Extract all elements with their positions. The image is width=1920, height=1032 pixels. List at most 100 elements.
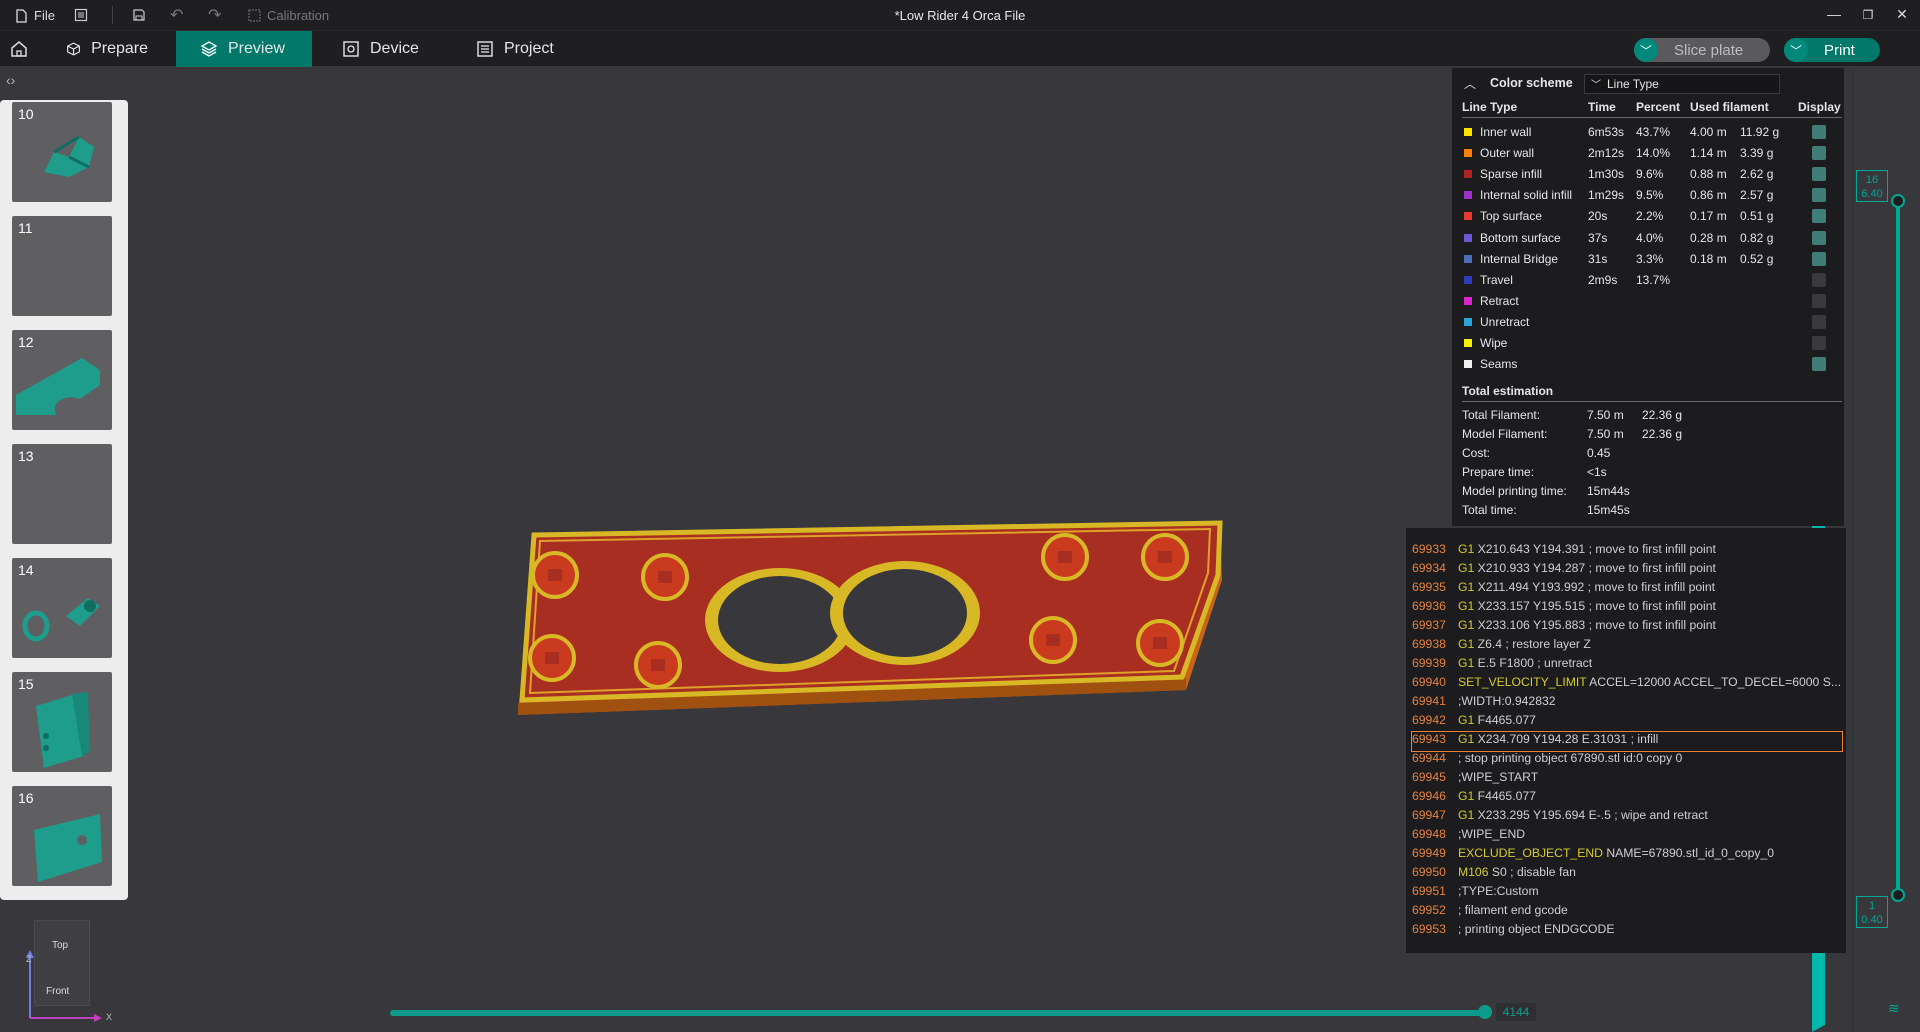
legend-header: Line Type Time Percent Used filament Dis…: [1462, 100, 1842, 118]
tab-prepare[interactable]: Prepare: [42, 31, 172, 67]
tab-preview[interactable]: Preview: [176, 31, 312, 67]
display-checkbox[interactable]: [1812, 251, 1826, 266]
plate-thumbnail[interactable]: 12: [12, 330, 112, 430]
gcode-line-number: 69953: [1412, 922, 1446, 936]
undo-icon[interactable]: ↶: [170, 5, 183, 25]
print-button[interactable]: ﹀ Print: [1784, 38, 1880, 62]
display-checkbox[interactable]: [1812, 125, 1826, 139]
display-checkbox[interactable]: [1812, 293, 1826, 308]
gcode-line[interactable]: 69948 ;WIPE_END: [1412, 827, 1525, 846]
line-type-grams: 11.92 g: [1740, 125, 1780, 139]
display-checkbox[interactable]: [1812, 357, 1826, 372]
gcode-arguments: ;WIPE_START: [1458, 770, 1539, 784]
display-checkbox[interactable]: [1812, 146, 1826, 161]
line-type-name: Sparse infill: [1480, 167, 1543, 182]
gcode-line-number: 69946: [1412, 789, 1446, 803]
gcode-command: G1: [1458, 808, 1475, 822]
total-value: 7.50 m: [1587, 408, 1624, 422]
line-type-percent: 2.2%: [1636, 209, 1664, 224]
display-checkbox[interactable]: [1812, 314, 1826, 329]
gcode-arguments: ; filament end gcode: [1458, 903, 1568, 917]
file-menu[interactable]: File: [14, 8, 55, 23]
minimize-icon[interactable]: —: [1824, 6, 1844, 22]
plate-thumbnail[interactable]: 13: [12, 444, 112, 544]
line-type-meters: 0.18 m: [1690, 251, 1727, 266]
gcode-command: M106: [1458, 865, 1489, 879]
layer-slider-track[interactable]: [1896, 200, 1900, 898]
move-slider-track[interactable]: [390, 1010, 1486, 1016]
chevron-down-icon[interactable]: ﹀: [1634, 38, 1658, 62]
gcode-arguments: X210.643 Y194.391 ; move to first infill…: [1474, 542, 1716, 556]
legend-row: Bottom surface 37s 4.0% 0.28 m 0.82 g: [1462, 229, 1842, 247]
line-type-name: Bottom surface: [1480, 230, 1561, 245]
plate-thumbnail[interactable]: 14: [12, 558, 112, 658]
plate-thumbnail[interactable]: 15: [12, 672, 112, 772]
close-icon[interactable]: ✕: [1892, 6, 1912, 23]
line-type-meters: 0.17 m: [1690, 209, 1727, 224]
gcode-line[interactable]: 69952 ; filament end gcode: [1412, 903, 1568, 922]
gcode-line[interactable]: 69941 ;WIDTH:0.942832: [1412, 694, 1556, 713]
display-checkbox[interactable]: [1812, 230, 1826, 245]
home-icon[interactable]: [10, 40, 28, 58]
color-scheme-select[interactable]: ﹀ Line Type: [1584, 74, 1780, 94]
col-percent: Percent: [1636, 100, 1681, 114]
gcode-line[interactable]: 69940 SET_VELOCITY_LIMIT ACCEL=12000 ACCE…: [1412, 675, 1841, 694]
gcode-line[interactable]: 69934 G1 X210.933 Y194.287 ; move to firs…: [1412, 561, 1716, 580]
display-checkbox[interactable]: [1812, 167, 1826, 182]
restore-icon[interactable]: ❐: [1858, 8, 1878, 22]
plate-thumbnail[interactable]: 16: [12, 786, 112, 886]
layers-icon[interactable]: ≋: [1888, 1000, 1900, 1017]
slice-plate-label: Slice plate: [1674, 41, 1744, 59]
display-checkbox[interactable]: [1812, 209, 1826, 224]
redo-icon[interactable]: ↷: [208, 5, 221, 25]
gcode-line[interactable]: 69945 ;WIPE_START: [1412, 770, 1538, 789]
plate-thumbnail[interactable]: 11: [12, 216, 112, 316]
layer-slider-top-handle[interactable]: [1891, 194, 1905, 208]
line-type-time: 2m12s: [1588, 146, 1625, 161]
gcode-line[interactable]: 69933 G1 X210.643 Y194.391 ; move to firs…: [1412, 542, 1716, 561]
gcode-line[interactable]: 69946 G1 F4465.077: [1412, 789, 1536, 808]
display-checkbox[interactable]: [1812, 272, 1826, 287]
gcode-line[interactable]: 69935 G1 X211.494 Y193.992 ; move to firs…: [1412, 580, 1715, 599]
total-label: Total time:: [1462, 503, 1517, 517]
display-checkbox[interactable]: [1812, 188, 1826, 203]
col-used-filament: Used filament: [1690, 100, 1769, 114]
collapse-legend-icon[interactable]: ︿: [1464, 75, 1476, 92]
gcode-line[interactable]: 69938 G1 Z6.4 ; restore layer Z: [1412, 637, 1591, 656]
gcode-line[interactable]: 69947 G1 X233.295 Y195.694 E-.5 ; wipe an…: [1412, 808, 1708, 827]
gcode-line[interactable]: 69942 G1 F4465.077: [1412, 713, 1536, 732]
total-row: Total time: 15m45s: [1462, 503, 1842, 521]
gcode-line[interactable]: 69951 ;TYPE:Custom: [1412, 884, 1539, 903]
line-type-name: Inner wall: [1480, 125, 1532, 139]
line-type-name: Retract: [1480, 293, 1519, 308]
gcode-line[interactable]: 69949 EXCLUDE_OBJECT_END NAME=67890.stl_i…: [1412, 846, 1774, 865]
gcode-command: EXCLUDE_OBJECT_END: [1458, 846, 1603, 860]
collapse-panel-icon[interactable]: ‹›: [6, 72, 15, 88]
gcode-line[interactable]: 69936 G1 X233.157 Y195.515 ; move to firs…: [1412, 599, 1716, 618]
part-preview-image: [34, 814, 102, 882]
gcode-arguments: X210.933 Y194.287 ; move to first infill…: [1474, 561, 1716, 575]
layer-slider-bottom-handle[interactable]: [1891, 888, 1905, 902]
gcode-line[interactable]: 69937 G1 X233.106 Y195.883 ; move to firs…: [1412, 618, 1716, 637]
chevron-down-icon[interactable]: ﹀: [1784, 38, 1808, 62]
move-slider-handle[interactable]: [1478, 1005, 1492, 1019]
view-gizmo[interactable]: Top Front Z X: [20, 920, 113, 1025]
gcode-line[interactable]: 69950 M106 S0 ; disable fan: [1412, 865, 1576, 884]
menu-icon[interactable]: [74, 8, 88, 22]
col-line-type: Line Type: [1462, 100, 1518, 114]
slice-plate-button[interactable]: ﹀ Slice plate: [1634, 38, 1770, 62]
gcode-line[interactable]: 69953 ; printing object ENDGCODE: [1412, 922, 1614, 941]
gcode-line[interactable]: 69939 G1 E.5 F1800 ; unretract: [1412, 656, 1592, 675]
tab-device[interactable]: Device: [318, 31, 448, 67]
line-type-percent: 9.5%: [1636, 188, 1664, 203]
x-axis-label: X: [106, 1012, 113, 1022]
gcode-viewer[interactable]: 69933 G1 X210.643 Y194.391 ; move to firs…: [1406, 528, 1846, 953]
display-checkbox[interactable]: [1812, 336, 1826, 350]
gcode-line[interactable]: 69944 ; stop printing object 67890.stl id…: [1412, 751, 1682, 770]
calibration-menu[interactable]: Calibration: [248, 8, 329, 23]
gcode-line-current[interactable]: 69943 G1 X234.709 Y194.28 E.31031 ; infil…: [1411, 731, 1843, 752]
tab-project[interactable]: Project: [452, 31, 582, 67]
plate-thumbnail[interactable]: 10: [12, 102, 112, 202]
save-icon[interactable]: [132, 8, 146, 22]
gcode-arguments: X233.106 Y195.883 ; move to first infill…: [1474, 618, 1716, 632]
